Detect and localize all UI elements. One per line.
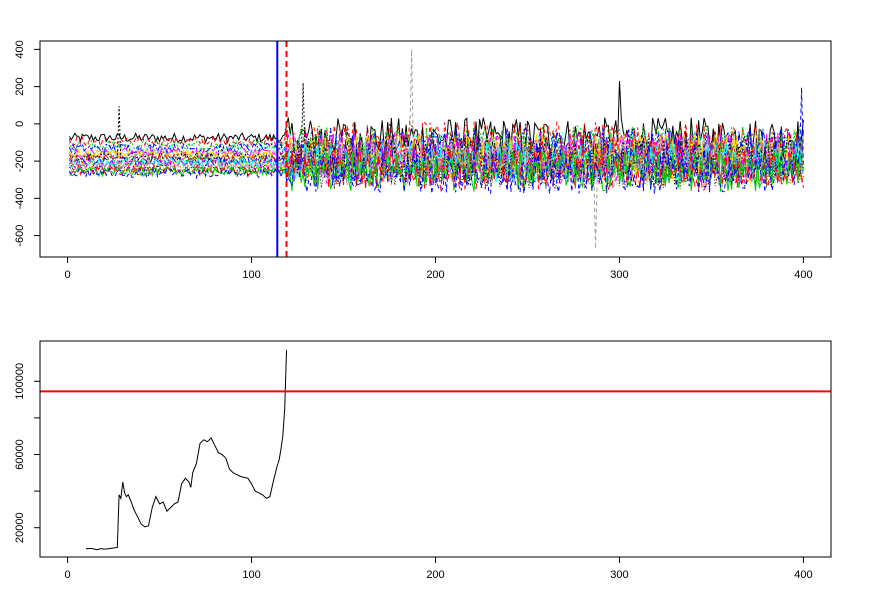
top-y-axis: -600 -400 -200 0 200 400 (14, 40, 40, 247)
bottom-series-line (85, 350, 287, 551)
bottom-x-tick-label: 300 (610, 569, 628, 581)
bottom-x-tick-label: 0 (65, 569, 71, 581)
bottom-x-tick-label: 200 (426, 569, 444, 581)
figure: 0 100 200 300 400 -600 -400 -200 0 200 400 0 100 20… (14, 40, 832, 581)
top-x-tick-label: 100 (242, 269, 260, 281)
bottom-y-axis: 20000 60000 100000 (14, 363, 40, 543)
top-x-tick-label: 0 (65, 269, 71, 281)
top-x-axis: 0 100 200 300 400 (65, 257, 813, 281)
bottom-series-group (85, 350, 287, 551)
top-x-tick-label: 200 (426, 269, 444, 281)
bottom-y-tick-label: 60000 (14, 439, 26, 470)
bottom-plot-frame (39, 340, 832, 558)
bottom-y-tick-label: 100000 (14, 363, 26, 400)
top-series-group (68, 49, 804, 249)
top-x-tick-label: 300 (610, 269, 628, 281)
bottom-y-tick-label: 20000 (14, 512, 26, 543)
top-y-tick-label: -200 (14, 150, 26, 172)
top-y-tick-label: -600 (14, 225, 26, 247)
bottom-panel: 0 100 200 300 400 20000 60000 100000 (14, 340, 832, 581)
top-y-tick-label: 400 (14, 40, 26, 58)
top-panel: 0 100 200 300 400 -600 -400 -200 0 200 400 (14, 40, 832, 281)
top-x-tick-label: 400 (794, 269, 812, 281)
bottom-x-tick-label: 400 (794, 569, 812, 581)
top-y-tick-label: 0 (14, 121, 26, 127)
top-y-tick-label: 200 (14, 77, 26, 95)
top-y-tick-label: -400 (14, 187, 26, 209)
bottom-x-axis: 0 100 200 300 400 (65, 557, 813, 581)
bottom-x-tick-label: 100 (242, 569, 260, 581)
